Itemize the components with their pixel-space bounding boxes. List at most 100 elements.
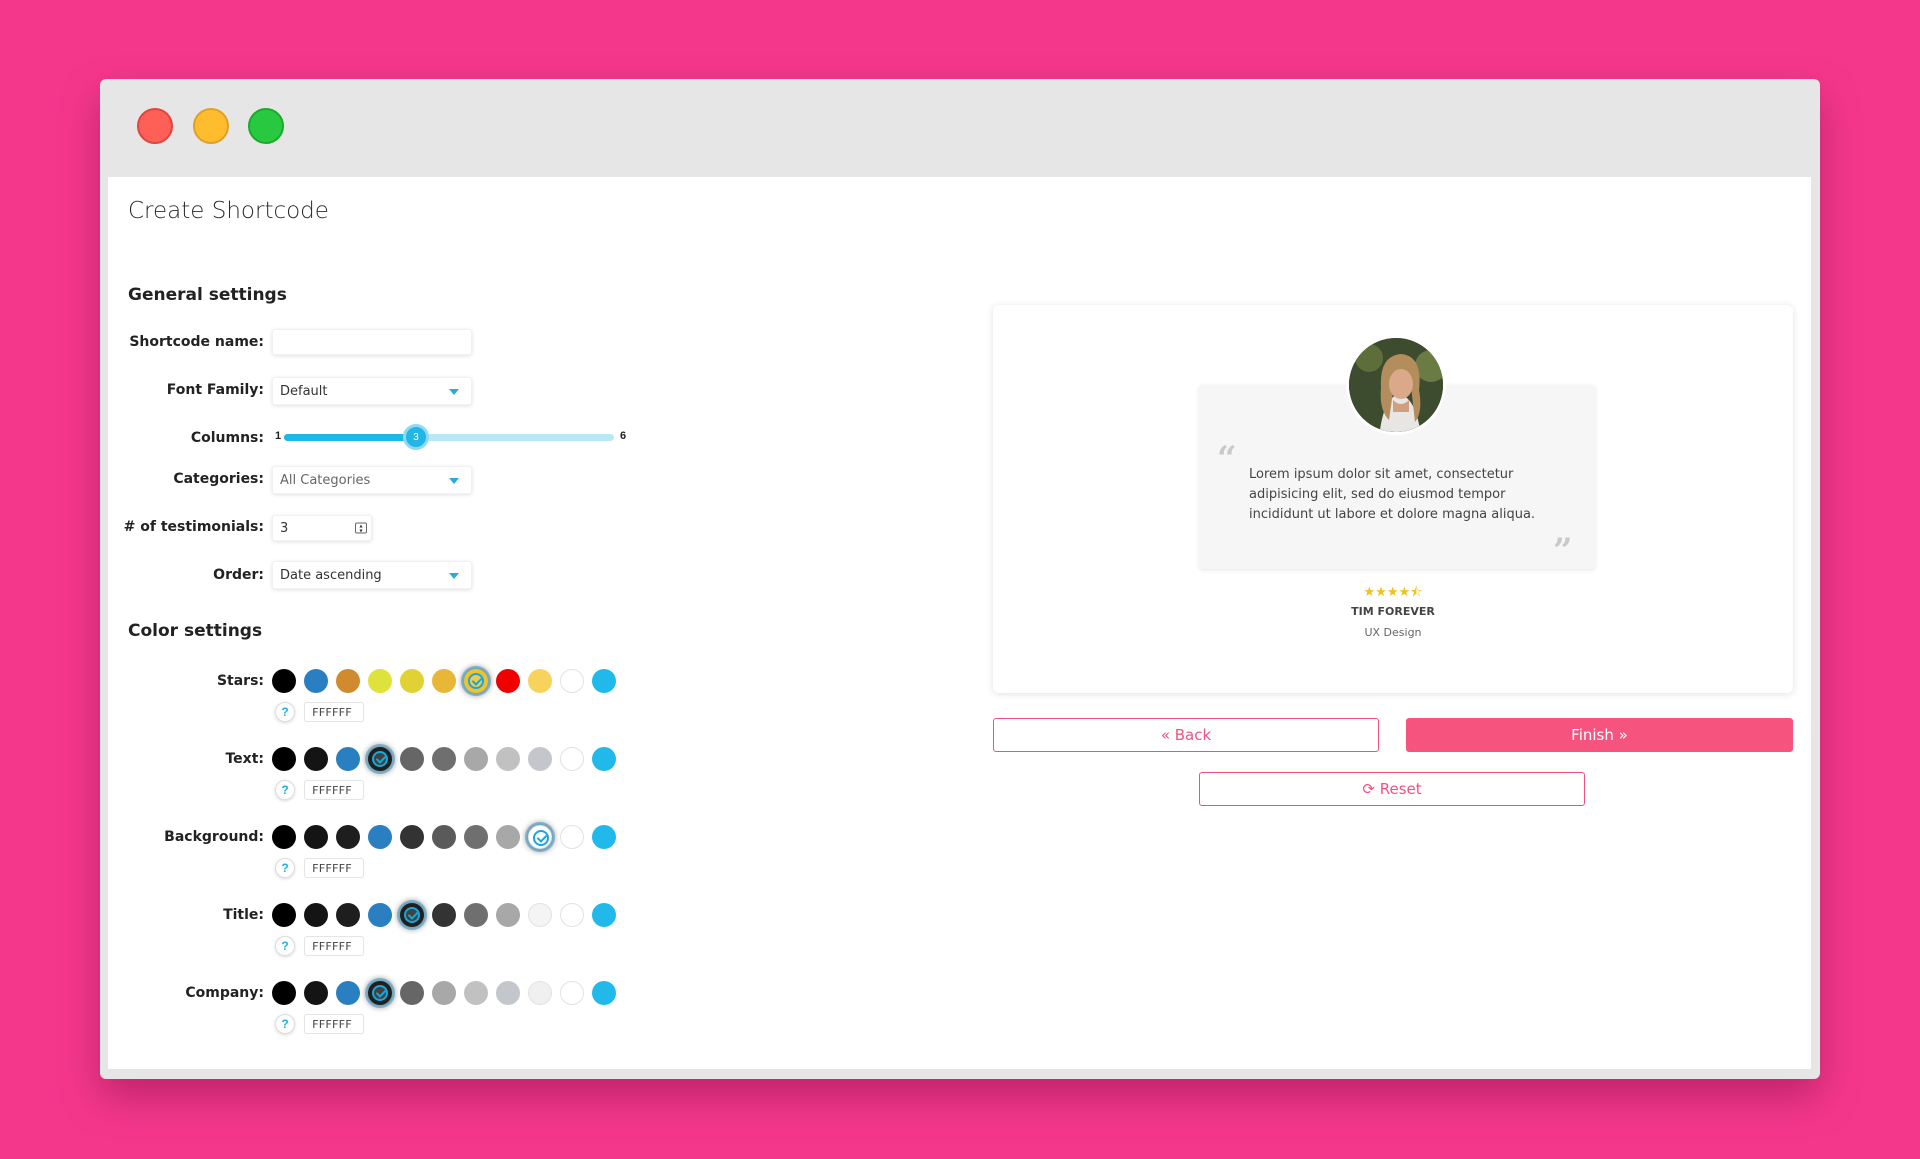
color-swatch[interactable] bbox=[432, 747, 456, 771]
maximize-window-button[interactable] bbox=[248, 108, 284, 144]
color-swatch[interactable] bbox=[496, 747, 520, 771]
shortcode-name-input[interactable] bbox=[272, 329, 472, 355]
color-swatch[interactable] bbox=[464, 903, 488, 927]
help-icon[interactable]: ? bbox=[275, 858, 295, 878]
order-select[interactable]: Date ascending bbox=[272, 561, 472, 589]
color-swatch[interactable] bbox=[336, 669, 360, 693]
color-swatch[interactable] bbox=[464, 747, 488, 771]
chevron-down-icon bbox=[449, 478, 459, 484]
hex-color-input[interactable]: FFFFFF bbox=[304, 702, 364, 722]
color-swatch[interactable] bbox=[400, 981, 424, 1005]
color-swatch[interactable] bbox=[400, 825, 424, 849]
font-family-value: Default bbox=[280, 383, 328, 399]
categories-select[interactable]: All Categories bbox=[272, 466, 472, 494]
check-icon bbox=[468, 673, 484, 689]
color-swatch[interactable] bbox=[560, 981, 584, 1005]
color-swatch[interactable] bbox=[304, 747, 328, 771]
columns-slider-fill bbox=[284, 434, 416, 441]
color-swatch[interactable] bbox=[560, 669, 584, 693]
close-window-button[interactable] bbox=[137, 108, 173, 144]
color-swatch[interactable] bbox=[496, 825, 520, 849]
color-row-label: Company: bbox=[185, 985, 264, 1001]
color-swatch[interactable] bbox=[336, 981, 360, 1005]
hex-color-input[interactable]: FFFFFF bbox=[304, 858, 364, 878]
columns-slider[interactable]: 3 bbox=[284, 424, 614, 450]
color-swatch[interactable] bbox=[592, 981, 616, 1005]
color-swatch[interactable] bbox=[592, 903, 616, 927]
close-quote-icon: ” bbox=[1553, 531, 1573, 571]
color-swatch[interactable] bbox=[368, 669, 392, 693]
color-swatch[interactable] bbox=[336, 825, 360, 849]
color-swatch[interactable] bbox=[368, 903, 392, 927]
finish-button[interactable]: Finish » bbox=[1406, 718, 1793, 752]
columns-max-label: 6 bbox=[620, 430, 627, 442]
color-swatch[interactable] bbox=[528, 747, 552, 771]
color-swatch[interactable] bbox=[560, 903, 584, 927]
help-icon[interactable]: ? bbox=[275, 936, 295, 956]
columns-label: Columns: bbox=[190, 430, 264, 446]
color-swatch[interactable] bbox=[464, 669, 488, 693]
hex-color-input[interactable]: FFFFFF bbox=[304, 936, 364, 956]
color-swatch[interactable] bbox=[432, 825, 456, 849]
color-swatch[interactable] bbox=[336, 747, 360, 771]
hex-color-input[interactable]: FFFFFF bbox=[304, 1014, 364, 1034]
color-swatch[interactable] bbox=[464, 825, 488, 849]
color-swatch[interactable] bbox=[272, 825, 296, 849]
font-family-label: Font Family: bbox=[166, 382, 264, 398]
stepper-arrows-icon[interactable]: ▴ ▾ bbox=[355, 522, 367, 534]
color-swatch[interactable] bbox=[304, 669, 328, 693]
color-swatch[interactable] bbox=[432, 669, 456, 693]
font-family-select[interactable]: Default bbox=[272, 377, 472, 405]
testimonial-preview: “ Lorem ipsum dolor sit amet, consectetu… bbox=[993, 305, 1793, 693]
color-settings-heading: Color settings bbox=[128, 621, 263, 641]
columns-slider-value: 3 bbox=[413, 431, 419, 443]
back-button[interactable]: « Back bbox=[993, 718, 1379, 752]
help-icon[interactable]: ? bbox=[275, 780, 295, 800]
color-swatch[interactable] bbox=[496, 903, 520, 927]
color-swatch[interactable] bbox=[304, 825, 328, 849]
color-swatch[interactable] bbox=[272, 981, 296, 1005]
main-content: Create Shortcode General settings Shortc… bbox=[108, 177, 1811, 1069]
color-swatch[interactable] bbox=[400, 903, 424, 927]
color-swatch[interactable] bbox=[464, 981, 488, 1005]
color-swatch[interactable] bbox=[528, 669, 552, 693]
help-icon[interactable]: ? bbox=[275, 702, 295, 722]
color-swatch[interactable] bbox=[560, 747, 584, 771]
color-swatch[interactable] bbox=[304, 903, 328, 927]
color-swatch[interactable] bbox=[528, 825, 552, 849]
color-swatch[interactable] bbox=[368, 747, 392, 771]
help-icon[interactable]: ? bbox=[275, 1014, 295, 1034]
hex-color-input[interactable]: FFFFFF bbox=[304, 780, 364, 800]
color-swatch[interactable] bbox=[496, 669, 520, 693]
color-swatch[interactable] bbox=[272, 669, 296, 693]
color-swatch[interactable] bbox=[272, 747, 296, 771]
color-swatch[interactable] bbox=[272, 903, 296, 927]
color-swatch[interactable] bbox=[528, 981, 552, 1005]
check-icon bbox=[404, 907, 420, 923]
color-swatch[interactable] bbox=[432, 981, 456, 1005]
color-swatch[interactable] bbox=[592, 669, 616, 693]
color-swatch[interactable] bbox=[304, 981, 328, 1005]
color-swatch[interactable] bbox=[528, 903, 552, 927]
chevron-down-icon bbox=[449, 389, 459, 395]
color-swatch[interactable] bbox=[496, 981, 520, 1005]
color-swatch[interactable] bbox=[400, 747, 424, 771]
minimize-window-button[interactable] bbox=[193, 108, 229, 144]
color-swatch[interactable] bbox=[592, 825, 616, 849]
color-swatch-row bbox=[272, 669, 632, 695]
columns-slider-handle[interactable]: 3 bbox=[403, 424, 429, 450]
color-swatch[interactable] bbox=[336, 903, 360, 927]
color-swatch[interactable] bbox=[432, 903, 456, 927]
testimonials-count-value: 3 bbox=[280, 520, 289, 536]
testimonials-count-input[interactable]: 3 ▴ ▾ bbox=[272, 515, 372, 541]
color-swatch[interactable] bbox=[592, 747, 616, 771]
rating-stars: ★★★★⯪ bbox=[1363, 584, 1423, 599]
color-swatch[interactable] bbox=[560, 825, 584, 849]
reset-button[interactable]: ⟳ Reset bbox=[1199, 772, 1585, 806]
avatar bbox=[1346, 335, 1446, 435]
color-swatch[interactable] bbox=[368, 825, 392, 849]
color-swatch[interactable] bbox=[400, 669, 424, 693]
order-value: Date ascending bbox=[280, 567, 382, 583]
categories-label: Categories: bbox=[173, 471, 264, 487]
color-swatch[interactable] bbox=[368, 981, 392, 1005]
